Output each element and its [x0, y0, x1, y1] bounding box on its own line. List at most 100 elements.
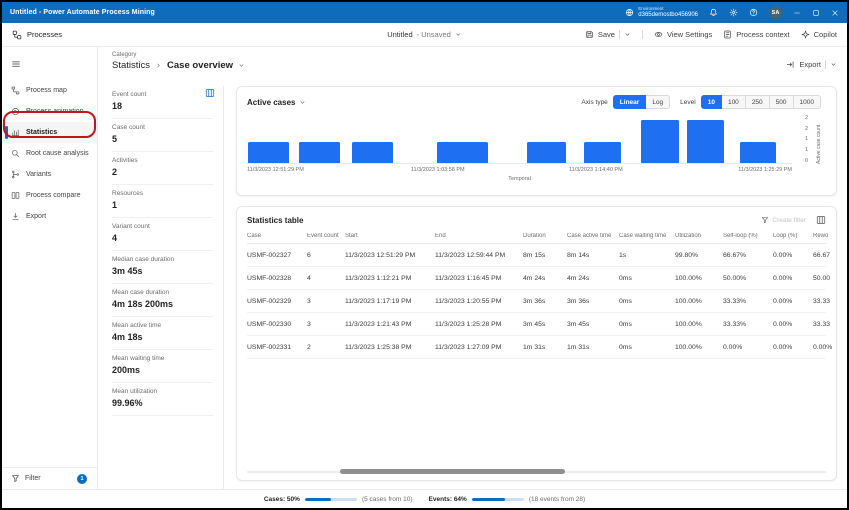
save-button[interactable]: Save	[585, 30, 631, 39]
view-settings-button[interactable]: View Settings	[654, 30, 712, 39]
chart-bar[interactable]	[740, 141, 776, 164]
table-cell: 0.00%	[813, 343, 833, 351]
filter-count-badge: 1	[77, 473, 87, 484]
chart-bar[interactable]	[687, 120, 725, 164]
copilot-button[interactable]: Copilot	[801, 30, 837, 39]
scrollbar-thumb[interactable]	[339, 469, 566, 474]
avatar[interactable]: SA	[769, 6, 782, 19]
settings-gear-icon[interactable]	[729, 8, 738, 17]
column-header-self-loop[interactable]: Self-loop (%)	[723, 233, 767, 239]
chart-bar[interactable]	[583, 141, 621, 164]
globe-icon	[625, 8, 634, 17]
process-context-button[interactable]: Process context	[723, 30, 790, 39]
column-options-icon[interactable]	[816, 215, 826, 225]
table-cell: 3m 45s	[523, 320, 546, 328]
export-button[interactable]: Export	[786, 60, 837, 69]
close-icon[interactable]	[831, 9, 839, 17]
filter-button[interactable]: Filter 1	[2, 467, 97, 489]
y-axis-ticks: 2 2 1 1 0	[805, 116, 808, 164]
sidebar-item-export[interactable]: Export	[2, 206, 97, 227]
chevron-right-icon	[155, 62, 162, 69]
sidebar-item-statistics[interactable]: Statistics	[2, 122, 97, 143]
level-500-button[interactable]: 500	[769, 95, 794, 110]
stat-resources: Resources 1	[112, 185, 213, 218]
level-100-button[interactable]: 100	[721, 95, 746, 110]
column-header-case[interactable]: Case	[247, 233, 301, 239]
axis-type-log-button[interactable]: Log	[646, 95, 671, 110]
table-cell: 33.33%	[723, 320, 747, 328]
x-tick-label: 11/3/2023 1:14:40 PM	[568, 167, 623, 174]
x-tick-label: 11/3/2023 12:51:29 PM	[247, 167, 304, 174]
table-cell: 11/3/2023 1:16:45 PM	[435, 274, 502, 282]
document-title-menu[interactable]: Untitled - Unsaved	[387, 30, 462, 39]
table-header-row: Case Event count Start End Duration Case acti…	[247, 233, 828, 244]
sidebar-item-root-cause-analysis[interactable]: Root cause analysis	[2, 143, 97, 164]
table-cell: USMF-002331	[247, 343, 292, 351]
table-cell: 11/3/2023 1:20:55 PM	[435, 297, 502, 305]
chart-bar[interactable]	[436, 141, 489, 164]
stat-value: 1	[112, 200, 118, 210]
column-header-loop[interactable]: Loop (%)	[773, 233, 807, 239]
level-10-button[interactable]: 10	[700, 95, 722, 110]
column-header-rewo[interactable]: Rewo	[813, 233, 836, 239]
level-1000-button[interactable]: 1000	[793, 95, 821, 110]
chart-bar[interactable]	[641, 120, 680, 164]
stat-label: Case count	[112, 124, 145, 131]
chart-title: Active cases	[247, 97, 296, 107]
table-cell: 0.00%	[773, 274, 793, 282]
column-header-event-count[interactable]: Event count	[307, 233, 339, 239]
column-header-case-waiting-time[interactable]: Case waiting time	[619, 233, 669, 239]
table-row[interactable]: USMF-002331 2 11/3/2023 1:25:38 PM 11/3/202…	[247, 336, 832, 359]
table-cell: 99.80%	[675, 251, 699, 259]
hamburger-menu-icon[interactable]	[11, 59, 21, 69]
level-250-button[interactable]: 250	[745, 95, 770, 110]
column-header-start[interactable]: Start	[345, 233, 429, 239]
column-header-duration[interactable]: Duration	[523, 233, 561, 239]
table-cell: 100.00%	[675, 274, 702, 282]
breadcrumb-case-overview[interactable]: Case overview	[167, 60, 233, 71]
table-row[interactable]: USMF-002329 3 11/3/2023 1:17:19 PM 11/3/202…	[247, 290, 830, 313]
column-options-icon[interactable]	[205, 88, 215, 98]
sidebar: Process map Process animation Statistics Ro…	[2, 47, 98, 489]
environment-picker[interactable]: Environment d365demostbo456906	[625, 6, 698, 19]
chart-bar[interactable]	[298, 141, 340, 164]
chevron-down-icon[interactable]	[299, 99, 306, 106]
stat-variant-count: Variant count 4	[112, 218, 213, 251]
sidebar-item-variants[interactable]: Variants	[2, 164, 97, 185]
column-header-end[interactable]: End	[435, 233, 517, 239]
column-header-case-active-time[interactable]: Case active time	[567, 233, 613, 239]
y-tick-label: 0	[804, 157, 808, 164]
cases-progress-detail: (5 cases from 10)	[361, 495, 413, 503]
sidebar-item-label: Variants	[26, 171, 52, 178]
table-cell: 2	[307, 343, 311, 351]
notifications-bell-icon[interactable]	[709, 8, 718, 17]
y-tick-label: 1	[804, 147, 808, 154]
table-row[interactable]: USMF-002328 4 11/3/2023 1:12:21 PM 11/3/202…	[247, 267, 830, 290]
create-filter-button[interactable]: Create filter	[761, 216, 806, 224]
chart-bar[interactable]	[351, 141, 393, 164]
table-cell: USMF-002330	[247, 320, 292, 328]
sidebar-item-label: Process compare	[26, 192, 81, 199]
maximize-icon[interactable]	[812, 9, 820, 17]
sidebar-item-process-map[interactable]: Process map	[2, 80, 97, 101]
column-header-utilization[interactable]: Utilization	[675, 233, 717, 239]
window-title: Untitled - Power Automate Process Mining	[10, 9, 155, 16]
sidebar-item-process-compare[interactable]: Process compare	[2, 185, 97, 206]
processes-nav[interactable]: Processes	[12, 30, 62, 40]
table-row[interactable]: USMF-002330 3 11/3/2023 1:21:43 PM 11/3/202…	[247, 313, 830, 336]
sidebar-item-process-animation[interactable]: Process animation	[2, 101, 97, 122]
chart-bar[interactable]	[526, 141, 566, 164]
axis-type-linear-button[interactable]: Linear	[612, 95, 647, 110]
help-icon[interactable]	[749, 8, 758, 17]
table-row[interactable]: USMF-002327 6 11/3/2023 12:51:29 PM 11/3/20…	[247, 244, 830, 267]
minimize-icon[interactable]	[793, 9, 801, 17]
table-cell: 4m 24s	[523, 274, 546, 282]
horizontal-scrollbar[interactable]	[247, 468, 826, 475]
stat-label: Event count	[112, 91, 147, 98]
breadcrumb-statistics[interactable]: Statistics	[112, 60, 150, 71]
stat-label: Mean waiting time	[112, 355, 165, 362]
y-tick-label: 2	[804, 115, 808, 122]
chart-bar[interactable]	[248, 141, 289, 164]
app-window: Untitled - Power Automate Process Mining…	[0, 0, 849, 510]
chevron-down-icon[interactable]	[238, 62, 245, 69]
